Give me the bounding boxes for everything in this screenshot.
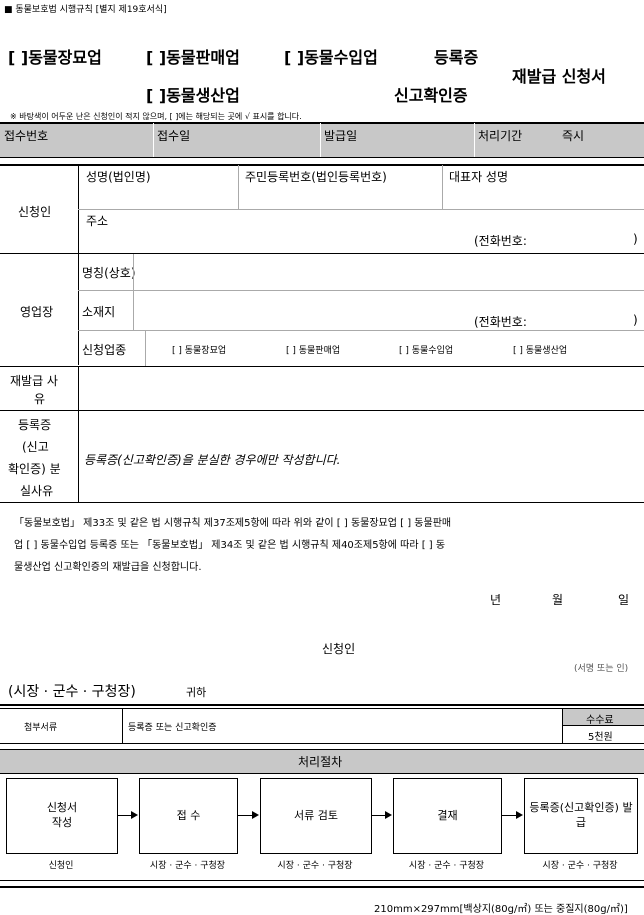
period-label: 처리기간 — [478, 129, 523, 143]
applicant-rep-label: 대표자 성명 — [449, 170, 509, 184]
business-phone-label: (전화번호: — [474, 315, 527, 329]
applicant-phone-label: (전화번호: — [474, 234, 527, 248]
period-value: 즉시 — [562, 129, 585, 143]
flow-who-1: 신청인 — [48, 861, 74, 871]
title-line1-d: 등록증 — [434, 48, 479, 67]
statement-line-3: 물생산업 신고확인증의 재발급을 신청합니다. — [14, 562, 202, 573]
applicant-id-label: 주민등록번호(법인등록번호) — [245, 170, 387, 184]
flow-step-review: 서류 검토 — [260, 778, 372, 854]
business-type-import[interactable]: [ ] 동물수입업 — [399, 343, 453, 356]
business-name-label: 명칭(상호) — [82, 266, 136, 280]
title-line1-c: [ ]동물수입업 — [284, 48, 378, 67]
business-section-label: 영업장 — [20, 305, 54, 319]
instruction: ※ 바탕색이 어두운 난은 신청인이 적지 않으며, [ ]에는 해당되는 곳에… — [10, 112, 302, 121]
flow-who-3: 시장 · 군수 · 구청장 — [277, 861, 353, 871]
flow-arrow-3 — [371, 815, 386, 816]
business-type-sales[interactable]: [ ] 동물판매업 — [286, 343, 340, 356]
signature-hint: (서명 또는 인) — [574, 664, 629, 674]
receipt-date-label: 접수일 — [157, 129, 191, 143]
flow-step-approval: 결재 — [393, 778, 502, 854]
title-line2-a: [ ]동물생산업 — [146, 86, 240, 105]
signature-label: 신청인 — [322, 642, 356, 656]
loss-reason-label-1: 등록증 — [18, 418, 52, 432]
receipt-number-label: 접수번호 — [4, 129, 49, 143]
date-month: 월 — [552, 593, 564, 607]
flow-arrow-2 — [237, 815, 253, 816]
flow-arrow-1 — [117, 815, 132, 816]
attachment-value: 등록증 또는 신고확인증 — [128, 723, 217, 733]
flow-who-5: 시장 · 군수 · 구청장 — [542, 861, 618, 871]
fee-value: 5천원 — [588, 732, 613, 743]
reissue-reason-label-2: 유 — [34, 392, 46, 406]
procedure-title: 처리절차 — [298, 755, 343, 769]
applicant-phone-close: ) — [633, 232, 638, 246]
title-right: 재발급 신청서 — [512, 67, 606, 86]
fee-label: 수수료 — [586, 715, 614, 726]
title-line1-a: [ ]동물장묘업 — [8, 48, 102, 67]
attachment-label: 첨부서류 — [24, 723, 58, 733]
business-type-label: 신청업종 — [82, 343, 127, 357]
business-location-label: 소재지 — [82, 305, 116, 319]
flow-who-4: 시장 · 군수 · 구청장 — [408, 861, 485, 871]
recipient-suffix: 귀하 — [186, 686, 207, 699]
applicant-section-label: 신청인 — [18, 205, 52, 219]
title-line2-b: 신고확인증 — [394, 86, 468, 105]
business-type-funeral[interactable]: [ ] 동물장묘업 — [172, 343, 226, 356]
title-line1-b: [ ]동물판매업 — [146, 48, 240, 67]
flow-who-2: 시장 · 군수 · 구청장 — [149, 861, 226, 871]
flow-step-apply: 신청서 작성 — [6, 778, 118, 854]
business-type-production[interactable]: [ ] 동물생산업 — [513, 343, 567, 356]
date-year: 년 — [490, 593, 502, 607]
flow-step-receive: 접 수 — [139, 778, 238, 854]
loss-reason-label-3: 확인증) 분 — [8, 462, 61, 476]
reissue-reason-label-1: 재발급 사 — [10, 374, 58, 388]
applicant-name-label: 성명(법인명) — [86, 170, 151, 184]
statement-line-2: 업 [ ] 동물수입업 등록증 또는 「동물보호법」 제34조 및 같은 법 시… — [14, 540, 446, 551]
form-header: ■ 동물보호법 시행규칙 [별지 제19호서식] — [4, 5, 167, 15]
loss-reason-note: 등록증(신고확인증)을 분실한 경우에만 작성합니다. — [84, 453, 341, 467]
business-phone-close: ) — [633, 313, 638, 327]
loss-reason-label-2: (신고 — [22, 440, 49, 454]
loss-reason-label-4: 실사유 — [20, 484, 54, 498]
date-day: 일 — [618, 593, 630, 607]
recipient-main: (시장 · 군수 · 구청장) — [8, 684, 136, 700]
statement-line-1: 「동물보호법」 제33조 및 같은 법 시행규칙 제37조제5항에 따라 위와 … — [14, 518, 452, 529]
applicant-address-label: 주소 — [86, 214, 109, 228]
paper-size-footer: 210mm×297mm[백상지(80g/㎡) 또는 중질지(80g/㎡)] — [374, 904, 628, 915]
issue-date-label: 발급일 — [324, 129, 358, 143]
flow-arrow-4 — [501, 815, 517, 816]
flow-step-issue: 등록증(신고확인증) 발급 — [524, 778, 638, 854]
receipt-row — [0, 123, 644, 157]
